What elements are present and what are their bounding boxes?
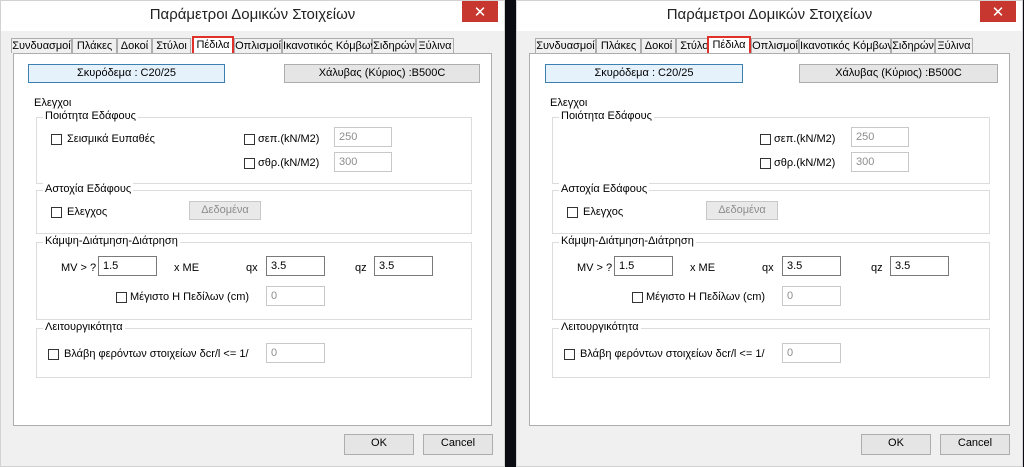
title-bar[interactable]: Παράμετροι Δομικών Στοιχείων ✕ (517, 1, 1022, 31)
soil-failure-title: Αστοχία Εδάφους (559, 183, 650, 195)
close-button[interactable]: ✕ (462, 1, 498, 22)
qz-input[interactable]: 3.5 (374, 256, 433, 276)
sep-label: σεπ.(kN/M2) (258, 133, 320, 145)
ok-button[interactable]: OK (861, 434, 931, 455)
dialog-title: Παράμετροι Δομικών Στοιχείων (149, 6, 356, 23)
steel-button[interactable]: Χάλυβας (Κύριος) :B500C (284, 64, 480, 83)
data-button[interactable]: Δεδομένα (706, 201, 778, 220)
tab-reinforcement[interactable]: Οπλισμοί (751, 38, 799, 53)
xme-label: x ME (174, 262, 200, 274)
soil-failure-check-label: Ελεγχος (583, 206, 624, 218)
footings-panel: Σκυρόδεμα : C20/25 Χάλυβας (Κύριος) :B50… (529, 53, 1010, 426)
title-bar[interactable]: Παράμετροι Δομικών Στοιχείων ✕ (1, 1, 504, 31)
tab-footings[interactable]: Πέδιλα (707, 36, 751, 54)
soil-failure-group: Αστοχία Εδάφους Ελεγχος Δεδομένα (36, 183, 472, 234)
dialog-window-left: Παράμετροι Δομικών Στοιχείων ✕ Συνδυασμο… (0, 0, 505, 467)
serviceability-title: Λειτουργικότητα (559, 321, 641, 333)
checks-title: Ελεγχοι (550, 97, 588, 109)
damage-checkbox[interactable] (48, 349, 59, 360)
mv-label: MV > ? (61, 262, 97, 274)
soil-failure-check-label: Ελεγχος (67, 206, 108, 218)
max-h-label: Μέγιστο Η Πεδίλων (cm) (130, 291, 250, 303)
bending-group: Κάμψη-Διάτμηση-Διάτρηση MV > ? 1.5 x ME … (552, 235, 990, 320)
sthr-checkbox[interactable] (244, 158, 255, 169)
max-h-input[interactable]: 0 (782, 286, 841, 306)
max-h-checkbox[interactable] (116, 292, 127, 303)
cancel-button[interactable]: Cancel (423, 434, 493, 455)
sthr-input[interactable]: 300 (334, 152, 392, 172)
tab-columns[interactable]: Στύλοι (152, 38, 191, 53)
sthr-label: σθρ.(kN/M2) (258, 157, 320, 169)
qz-label: qz (355, 262, 367, 274)
soil-failure-checkbox[interactable] (51, 207, 62, 218)
data-button[interactable]: Δεδομένα (189, 201, 261, 220)
concrete-button[interactable]: Σκυρόδεμα : C20/25 (545, 64, 743, 83)
sep-input[interactable]: 250 (851, 127, 909, 147)
qz-input[interactable]: 3.5 (890, 256, 949, 276)
tab-beams[interactable]: Δοκοί (641, 38, 676, 53)
ok-button[interactable]: OK (344, 434, 414, 455)
tab-steel[interactable]: Σιδηρών (891, 38, 935, 53)
cancel-button[interactable]: Cancel (940, 434, 1010, 455)
qx-label: qx (762, 262, 774, 274)
soil-failure-group: Αστοχία Εδάφους Ελεγχος Δεδομένα (552, 183, 990, 234)
tab-capacity-joints[interactable]: Ικανοτικός Κόμβων (282, 38, 376, 53)
seismic-checkbox[interactable] (51, 134, 62, 145)
tab-timber[interactable]: Ξύλινα (935, 38, 973, 53)
damage-input[interactable]: 0 (266, 343, 325, 363)
soil-failure-checkbox[interactable] (567, 207, 578, 218)
max-h-checkbox[interactable] (632, 292, 643, 303)
sep-checkbox[interactable] (760, 134, 771, 145)
tab-footings[interactable]: Πέδιλα (192, 36, 234, 54)
close-button[interactable]: ✕ (980, 1, 1016, 22)
qx-label: qx (246, 262, 258, 274)
qz-label: qz (871, 262, 883, 274)
bending-title: Κάμψη-Διάτμηση-Διάτρηση (43, 235, 180, 247)
sthr-checkbox[interactable] (760, 158, 771, 169)
sthr-input[interactable]: 300 (851, 152, 909, 172)
serviceability-group: Λειτουργικότητα Βλάβη φερόντων στοιχείων… (36, 321, 472, 378)
max-h-input[interactable]: 0 (266, 286, 325, 306)
mv-input[interactable]: 1.5 (614, 256, 673, 276)
damage-input[interactable]: 0 (782, 343, 841, 363)
tab-reinforcement[interactable]: Οπλισμοί (234, 38, 282, 53)
sep-input[interactable]: 250 (334, 127, 392, 147)
serviceability-title: Λειτουργικότητα (43, 321, 125, 333)
footings-panel: Σκυρόδεμα : C20/25 Χάλυβας (Κύριος) :B50… (13, 53, 492, 426)
max-h-label: Μέγιστο Η Πεδίλων (cm) (646, 291, 766, 303)
tab-slabs[interactable]: Πλάκες (72, 38, 117, 53)
mv-label: MV > ? (577, 262, 613, 274)
soil-quality-group: Ποιότητα Εδάφους Σεισμικά Ευπαθές σεπ.(k… (36, 110, 472, 184)
qx-input[interactable]: 3.5 (266, 256, 325, 276)
tab-combinations[interactable]: Συνδυασμοί (535, 38, 596, 53)
soil-failure-title: Αστοχία Εδάφους (43, 183, 134, 195)
tab-combinations[interactable]: Συνδυασμοί (11, 38, 72, 53)
damage-checkbox[interactable] (564, 349, 575, 360)
tab-capacity-joints[interactable]: Ικανοτικός Κόμβων (799, 38, 893, 53)
qx-input[interactable]: 3.5 (782, 256, 841, 276)
xme-label: x ME (690, 262, 716, 274)
soil-quality-title: Ποιότητα Εδάφους (559, 110, 654, 122)
tab-beams[interactable]: Δοκοί (117, 38, 152, 53)
sep-label: σεπ.(kN/M2) (774, 133, 836, 145)
serviceability-group: Λειτουργικότητα Βλάβη φερόντων στοιχείων… (552, 321, 990, 378)
tab-steel[interactable]: Σιδηρών (372, 38, 416, 53)
bending-title: Κάμψη-Διάτμηση-Διάτρηση (559, 235, 696, 247)
bending-group: Κάμψη-Διάτμηση-Διάτρηση MV > ? 1.5 x ME … (36, 235, 472, 320)
mv-input[interactable]: 1.5 (98, 256, 157, 276)
seismic-label: Σεισμικά Ευπαθές (67, 133, 155, 145)
sep-checkbox[interactable] (244, 134, 255, 145)
concrete-button[interactable]: Σκυρόδεμα : C20/25 (28, 64, 225, 83)
soil-quality-title: Ποιότητα Εδάφους (43, 110, 138, 122)
sthr-label: σθρ.(kN/M2) (774, 157, 836, 169)
dialog-title: Παράμετροι Δομικών Στοιχείων (666, 6, 873, 23)
damage-label: Βλάβη φερόντων στοιχείων δcr/l <= 1/ (64, 348, 249, 360)
tab-timber[interactable]: Ξύλινα (416, 38, 454, 53)
damage-label: Βλάβη φερόντων στοιχείων δcr/l <= 1/ (580, 348, 765, 360)
tab-slabs[interactable]: Πλάκες (596, 38, 641, 53)
dialog-window-right: Παράμετροι Δομικών Στοιχείων ✕ Συνδυασμο… (516, 0, 1023, 467)
steel-button[interactable]: Χάλυβας (Κύριος) :B500C (799, 64, 998, 83)
soil-quality-group: Ποιότητα Εδάφους σεπ.(kN/M2) 250 σθρ.(kN… (552, 110, 990, 184)
checks-title: Ελεγχοι (34, 97, 72, 109)
